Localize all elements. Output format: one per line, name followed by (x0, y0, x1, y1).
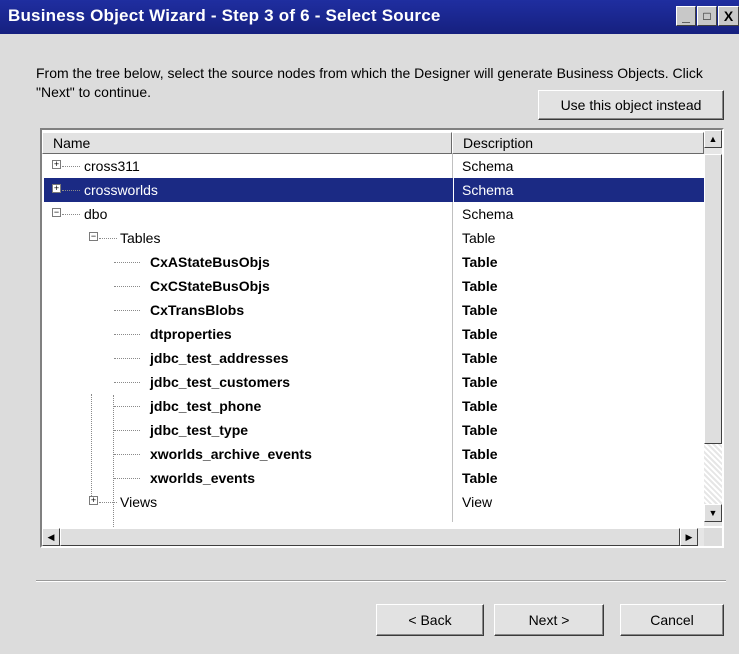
description-cell: Schema (462, 206, 514, 222)
tree-row-table[interactable]: jdbc_test_type Table (44, 418, 704, 442)
tree-node-label: jdbc_test_customers (150, 374, 291, 390)
scroll-right-arrow-icon[interactable]: ▶ (680, 528, 698, 546)
collapse-minus-icon[interactable]: − (52, 208, 61, 217)
expand-plus-icon[interactable]: + (89, 496, 98, 505)
column-header-description[interactable]: Description (452, 132, 704, 154)
tree-node-label: CxTransBlobs (150, 302, 245, 318)
description-cell: Table (462, 350, 498, 366)
tree-node-label: xworlds_archive_events (150, 446, 312, 462)
tree-line (114, 478, 140, 479)
next-button[interactable]: Next > (494, 604, 604, 636)
tree-node-label: cross311 (84, 158, 140, 174)
description-cell: Table (462, 470, 498, 486)
column-header-name[interactable]: Name (42, 132, 452, 154)
description-cell: Table (462, 326, 498, 342)
title-bar[interactable]: Business Object Wizard - Step 3 of 6 - S… (0, 0, 739, 34)
tree-node-label: jdbc_test_type (150, 422, 249, 438)
horizontal-scrollbar[interactable]: ◀ ▶ (42, 528, 704, 546)
vertical-scroll-thumb[interactable] (704, 154, 722, 444)
tree-node-label: dbo (84, 206, 108, 222)
tree-line (114, 406, 140, 407)
tree-node-label: crossworlds (84, 182, 158, 198)
tree-line (114, 358, 140, 359)
description-cell: Table (462, 422, 498, 438)
tree-line (114, 286, 140, 287)
tree-line (114, 262, 140, 263)
tree-row-table[interactable]: jdbc_test_customers Table (44, 370, 704, 394)
description-cell: Table (462, 278, 498, 294)
close-button[interactable]: X (718, 6, 739, 26)
tree-row-table[interactable]: CxTransBlobs Table (44, 298, 704, 322)
tree-row-tables[interactable]: − Tables Table (44, 226, 704, 250)
tree-line (114, 454, 140, 455)
use-object-instead-button[interactable]: Use this object instead (538, 90, 724, 120)
maximize-button[interactable]: □ (697, 6, 717, 26)
description-cell: Table (462, 302, 498, 318)
tree-node-label: CxCStateBusObjs (150, 278, 270, 294)
minimize-button[interactable]: _ (676, 6, 696, 26)
description-cell: Table (462, 230, 496, 246)
scroll-left-arrow-icon[interactable]: ◀ (42, 528, 60, 546)
description-cell: Table (462, 254, 498, 270)
tree-node-label: Views (120, 494, 158, 508)
tree-row-table[interactable]: CxAStateBusObjs Table (44, 250, 704, 274)
horizontal-scroll-thumb[interactable] (60, 528, 680, 546)
tree-line (62, 214, 80, 215)
back-button[interactable]: < Back (376, 604, 484, 636)
tree-node-label: jdbc_test_addresses (150, 350, 289, 366)
description-cell: Table (462, 446, 498, 462)
description-cell: Schema (462, 158, 514, 174)
tree-row-table[interactable]: xworlds_events Table (44, 466, 704, 490)
scroll-up-arrow-icon[interactable]: ▲ (704, 130, 722, 148)
window-title: Business Object Wizard - Step 3 of 6 - S… (8, 6, 441, 25)
cancel-button[interactable]: Cancel (620, 604, 724, 636)
tree-row-views[interactable]: + Views View (44, 490, 704, 508)
description-cell: Table (462, 374, 498, 390)
tree-row-table[interactable]: CxCStateBusObjs Table (44, 274, 704, 298)
scroll-down-arrow-icon[interactable]: ▼ (704, 504, 722, 522)
scroll-corner (704, 528, 722, 546)
tree-line (99, 502, 117, 503)
tree-row-table[interactable]: dtproperties Table (44, 322, 704, 346)
tree-row-dbo[interactable]: − dbo Schema (44, 202, 704, 226)
tree-row-table[interactable]: xworlds_archive_events Table (44, 442, 704, 466)
tree-row-table[interactable]: jdbc_test_phone Table (44, 394, 704, 418)
expand-plus-icon[interactable]: + (52, 160, 61, 169)
source-tree-grid[interactable]: Name Description + cross311 Schema + cro… (40, 128, 724, 548)
tree-node-label: dtproperties (150, 326, 232, 342)
description-cell: Table (462, 398, 498, 414)
collapse-minus-icon[interactable]: − (89, 232, 98, 241)
tree-line (114, 310, 140, 311)
tree-row-crossworlds[interactable]: + crossworlds Schema (44, 178, 704, 202)
tree-row-cross311[interactable]: + cross311 Schema (44, 154, 704, 178)
description-cell: Schema (454, 178, 704, 202)
tree-line (114, 430, 140, 431)
expand-plus-icon[interactable]: + (52, 184, 61, 193)
tree-node-label: xworlds_events (150, 470, 256, 486)
vertical-scrollbar[interactable]: ▲ ▼ (704, 130, 722, 526)
tree-row-table[interactable]: jdbc_test_addresses Table (44, 346, 704, 370)
tree-line (99, 238, 117, 239)
tree-node-label: jdbc_test_phone (150, 398, 262, 414)
scroll-track[interactable] (704, 444, 722, 504)
wizard-window: Business Object Wizard - Step 3 of 6 - S… (0, 0, 739, 654)
tree-line (114, 382, 140, 383)
tree-line (62, 190, 80, 191)
footer-separator (36, 580, 726, 582)
tree-node-label: CxAStateBusObjs (150, 254, 270, 270)
description-cell: View (462, 494, 493, 508)
tree-node-label: Tables (120, 230, 161, 246)
tree-line (62, 166, 80, 167)
tree-line (114, 334, 140, 335)
